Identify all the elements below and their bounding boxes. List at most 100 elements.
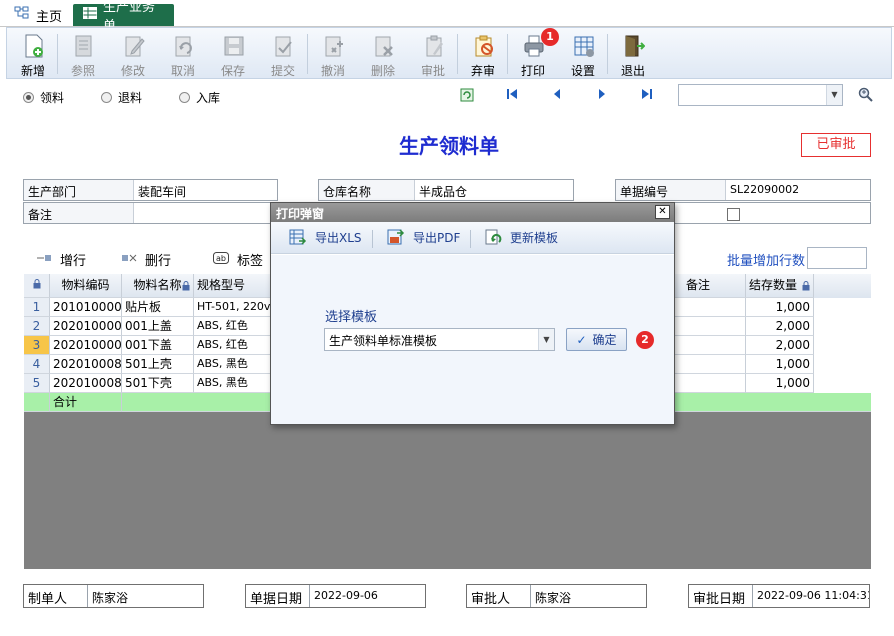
settings-label: 设置: [570, 64, 595, 78]
row-number[interactable]: 1: [24, 298, 50, 317]
row-number[interactable]: 4: [24, 355, 50, 374]
confirm-button[interactable]: ✓ 确定: [566, 328, 627, 351]
cell-code[interactable]: 2020100003: [50, 336, 122, 355]
revoke-button[interactable]: 撤消: [310, 28, 356, 78]
select-template-label: 选择模板: [325, 310, 378, 325]
edit-button[interactable]: 修改: [110, 28, 156, 78]
cell-spec[interactable]: ABS, 红色: [194, 317, 274, 336]
template-select[interactable]: 生产领料单标准模板 ▼: [324, 328, 555, 351]
cell-qty[interactable]: 1,000: [746, 374, 814, 393]
dept-label: 生产部门: [24, 180, 134, 200]
filter-bar: 领料 退料 入库 ▼: [6, 80, 892, 114]
cell-name[interactable]: 贴片板: [122, 298, 194, 317]
remark-value[interactable]: [134, 203, 277, 223]
col-name-header-label: 物料名称: [133, 278, 182, 292]
docno-value[interactable]: SL22090002: [726, 180, 870, 200]
cell-code[interactable]: 2020100081: [50, 355, 122, 374]
docno-field: 单据编号 SL22090002: [615, 179, 871, 201]
reference-button[interactable]: 参照: [60, 28, 106, 78]
edit-label: 修改: [120, 64, 145, 78]
export-xls-button[interactable]: 导出XLS: [289, 229, 362, 246]
settings-button[interactable]: 设置: [560, 28, 606, 78]
delete-row-button[interactable]: 删行: [121, 250, 171, 269]
radio-stock-in[interactable]: 入库: [179, 89, 220, 106]
dialog-toolbar: 导出XLS 导出PDF 更新模板: [271, 222, 674, 254]
save-button[interactable]: 保存: [210, 28, 256, 78]
col-code-header[interactable]: 物料编码: [50, 274, 122, 298]
radio-pick-label: 领料: [40, 91, 65, 105]
approve-date-value[interactable]: 2022-09-06 11:04:31: [753, 585, 869, 607]
dialog-title-bar[interactable]: 打印弹窗 ✕: [271, 203, 674, 222]
next-record-icon[interactable]: [594, 88, 610, 104]
cell-code[interactable]: 2020100001: [50, 317, 122, 336]
cell-name[interactable]: 001上盖: [122, 317, 194, 336]
row-number[interactable]: 2: [24, 317, 50, 336]
cell-name[interactable]: 001下盖: [122, 336, 194, 355]
col-qty-header[interactable]: 结存数量: [746, 274, 814, 298]
cell-code[interactable]: 2010100001: [50, 298, 122, 317]
first-record-icon[interactable]: [504, 88, 520, 104]
cell-spec[interactable]: ABS, 黑色: [194, 355, 274, 374]
exit-button[interactable]: 退出: [610, 28, 656, 78]
tag-button[interactable]: ab 标签: [213, 250, 263, 269]
maker-value[interactable]: 陈家浴: [88, 585, 203, 607]
col-name-header[interactable]: 物料名称: [122, 274, 194, 298]
cell-qty[interactable]: 1,000: [746, 298, 814, 317]
new-button[interactable]: 新增: [10, 28, 56, 78]
delete-label: 删除: [370, 64, 395, 78]
delete-icon: [375, 36, 393, 57]
unapprove-label: 弃审: [470, 64, 495, 78]
approver-value[interactable]: 陈家浴: [531, 585, 646, 607]
tab-production-doc[interactable]: 生产业务单: [73, 0, 174, 34]
radio-return[interactable]: 退料: [101, 89, 142, 106]
row-number[interactable]: 5: [24, 374, 50, 393]
delete-button[interactable]: 删除: [360, 28, 406, 78]
cell-spec[interactable]: HT-501, 220v, 50h: [194, 298, 274, 317]
cell-qty[interactable]: 1,000: [746, 355, 814, 374]
edit-icon: [125, 36, 145, 57]
flag-checkbox[interactable]: [727, 208, 740, 221]
cell-qty[interactable]: 2,000: [746, 317, 814, 336]
cell-code[interactable]: 2020100083: [50, 374, 122, 393]
cancel-button[interactable]: 取消: [160, 28, 206, 78]
cell-spec[interactable]: ABS, 黑色: [194, 374, 274, 393]
export-pdf-label: 导出PDF: [413, 231, 461, 245]
export-pdf-button[interactable]: 导出PDF: [387, 229, 460, 246]
toolbar-divider: [307, 34, 308, 74]
tag-label: 标签: [237, 254, 264, 269]
col-spec-header[interactable]: 规格型号: [194, 274, 274, 298]
warehouse-value[interactable]: 半成品仓: [415, 180, 573, 200]
add-row-button[interactable]: 增行: [36, 250, 86, 269]
chevron-down-icon[interactable]: ▼: [826, 85, 842, 105]
previous-record-icon[interactable]: [549, 88, 565, 104]
remark-label: 备注: [24, 203, 134, 223]
exit-icon: [625, 35, 645, 57]
checkmark-icon: ✓: [576, 332, 587, 347]
close-icon[interactable]: ✕: [655, 205, 670, 219]
doc-date-label: 单据日期: [246, 585, 310, 607]
batch-add-input[interactable]: [807, 247, 867, 269]
new-label: 新增: [20, 64, 45, 78]
print-dialog: 打印弹窗 ✕ 导出XLS 导出PDF 更新模板 选择模板 生产领料单标准模板 ▼…: [270, 202, 675, 425]
cell-spec[interactable]: ABS, 红色: [194, 336, 274, 355]
doc-date-value[interactable]: 2022-09-06: [310, 585, 425, 607]
row-number[interactable]: 3: [24, 336, 50, 355]
last-record-icon[interactable]: [639, 88, 655, 104]
unapprove-button[interactable]: 弃审: [460, 28, 506, 78]
radio-pick[interactable]: 领料: [23, 89, 64, 106]
cell-qty[interactable]: 2,000: [746, 336, 814, 355]
update-template-button[interactable]: 更新模板: [484, 229, 558, 246]
submit-button[interactable]: 提交: [260, 28, 306, 78]
refresh-icon[interactable]: [459, 88, 475, 104]
lock-icon: [182, 281, 190, 291]
main-toolbar: 新增 参照 修改 取消 保存 提交 撤消 删除 审批 弃审 打印 1 设置 退出: [6, 27, 892, 79]
chevron-down-icon[interactable]: ▼: [538, 329, 554, 350]
tab-home[interactable]: 主页: [6, 4, 70, 26]
search-icon[interactable]: [858, 87, 874, 103]
approve-button[interactable]: 审批: [410, 28, 456, 78]
confirm-step-badge: 2: [636, 331, 654, 349]
dept-value[interactable]: 装配车间: [134, 180, 277, 200]
record-search-combo[interactable]: ▼: [678, 84, 843, 106]
cell-name[interactable]: 501上壳: [122, 355, 194, 374]
cell-name[interactable]: 501下壳: [122, 374, 194, 393]
